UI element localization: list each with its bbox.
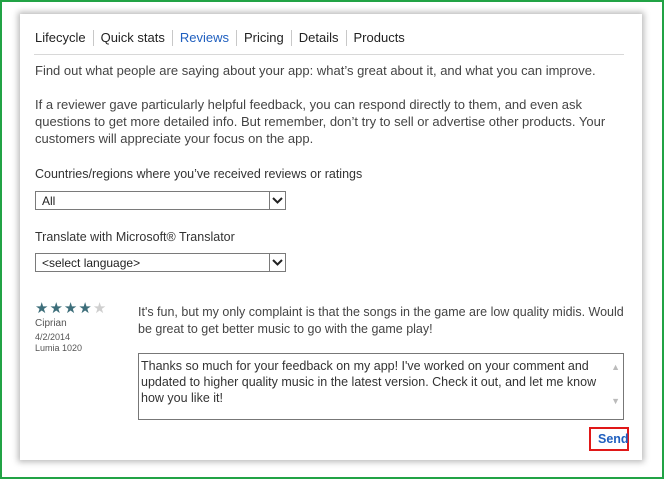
intro-text: Find out what people are saying about yo… [35, 63, 596, 78]
countries-select[interactable]: All [35, 191, 286, 210]
star-filled-icon: ★ [35, 300, 49, 317]
review-author: Ciprian [35, 318, 67, 329]
tab-bar: Lifecycle Quick stats Reviews Pricing De… [32, 30, 412, 46]
tab-lifecycle[interactable]: Lifecycle [32, 30, 93, 46]
countries-select-value: All [42, 194, 56, 208]
star-empty-icon: ★ [92, 300, 107, 317]
tab-details[interactable]: Details [290, 30, 346, 46]
translate-language-select[interactable]: <select language> [35, 253, 286, 272]
reviews-panel: Lifecycle Quick stats Reviews Pricing De… [20, 14, 642, 460]
translate-select-value: <select language> [42, 256, 141, 270]
tab-divider [34, 54, 624, 55]
reply-textarea[interactable]: Thanks so much for your feedback on my a… [138, 353, 624, 420]
tab-reviews[interactable]: Reviews [171, 30, 236, 46]
star-filled-icon: ★ [63, 300, 78, 317]
star-filled-icon: ★ [49, 300, 63, 317]
chevron-down-icon [269, 254, 285, 271]
send-button[interactable]: Send [598, 432, 629, 446]
scroll-up-icon[interactable]: ▲ [611, 362, 620, 372]
chevron-down-icon [269, 192, 285, 209]
star-rating: ★ ★ ★ ★ ★ [35, 301, 107, 316]
tab-pricing[interactable]: Pricing [236, 30, 291, 46]
translate-label: Translate with Microsoft® Translator [35, 230, 235, 244]
review-date: 4/2/2014 [35, 332, 71, 342]
screenshot-frame: Lifecycle Quick stats Reviews Pricing De… [0, 0, 664, 479]
reply-text: Thanks so much for your feedback on my a… [141, 359, 597, 405]
tab-quick-stats[interactable]: Quick stats [92, 30, 172, 46]
review-text: It's fun, but my only complaint is that … [138, 305, 624, 336]
review-device: Lumia 1020 [35, 343, 83, 353]
countries-label: Countries/regions where you’ve received … [35, 167, 363, 181]
send-highlight-box: Send [589, 427, 629, 451]
star-filled-icon: ★ [78, 300, 92, 317]
reviewer-guidance-text: If a reviewer gave particularly helpful … [35, 97, 606, 146]
scroll-down-icon[interactable]: ▼ [611, 396, 620, 406]
tab-products[interactable]: Products [345, 30, 412, 46]
